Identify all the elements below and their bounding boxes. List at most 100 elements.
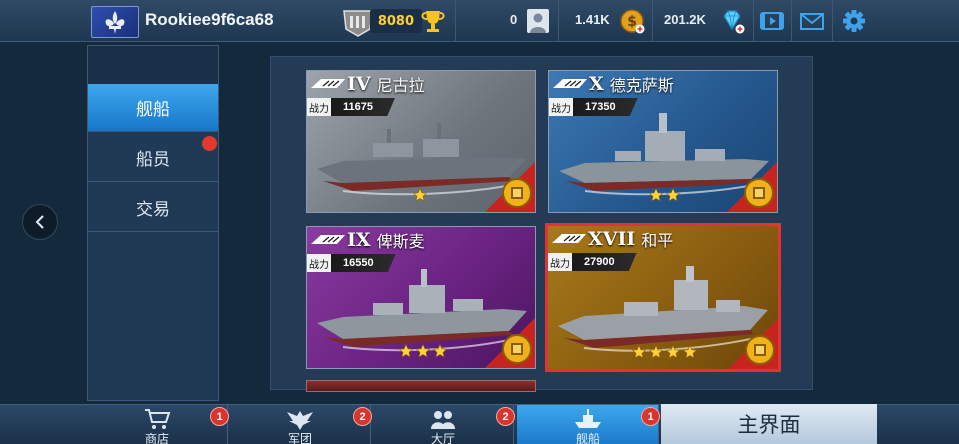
- top-bar: Rookiee9f6ca68 8080 0 1.41K $ 201.2K: [0, 0, 959, 42]
- ship-card[interactable]: IV 尼古拉 战力 11675: [306, 70, 536, 213]
- star-icon: [399, 344, 413, 358]
- chevron-left-icon: [35, 215, 44, 229]
- diamond-amount: 201.2K: [664, 12, 706, 27]
- back-button[interactable]: [22, 204, 58, 240]
- home-button[interactable]: 主界面: [661, 404, 877, 444]
- friends-count: 0: [510, 12, 518, 27]
- star-icon: [666, 345, 680, 359]
- divider: [791, 0, 792, 42]
- star-icon: [433, 344, 447, 358]
- alert-dot: [202, 136, 217, 151]
- video-icon[interactable]: [758, 8, 786, 34]
- cart-icon: [145, 409, 171, 429]
- ship-tier: X: [589, 73, 604, 95]
- battleship-class-icon: [311, 79, 345, 88]
- notification-badge: 1: [641, 407, 660, 426]
- notification-badge: 2: [496, 407, 515, 426]
- power-value: 16550: [331, 254, 396, 272]
- divider: [455, 0, 456, 42]
- people-icon: [431, 411, 455, 429]
- person-icon[interactable]: [527, 9, 549, 33]
- power-value: 11675: [331, 98, 395, 116]
- ship-card[interactable]: X 德克萨斯 战力 17350: [548, 70, 778, 213]
- ship-title: X 德克萨斯: [549, 73, 674, 95]
- ship-icon: [575, 409, 601, 428]
- ship-card-selected[interactable]: XVII 和平 战力 27900: [545, 223, 781, 372]
- star-rating: [632, 345, 697, 359]
- power-label: 战力: [548, 253, 572, 271]
- star-rating: [649, 188, 680, 202]
- nav-tab-shop[interactable]: 商店 1: [86, 405, 229, 444]
- player-name: Rookiee9f6ca68: [145, 10, 274, 29]
- ship-title: IV 尼古拉: [307, 73, 425, 95]
- ship-card-partial[interactable]: [306, 380, 536, 392]
- diamond-plus-icon[interactable]: [719, 8, 745, 34]
- ship-tier: XVII: [588, 228, 636, 250]
- notification-badge: 2: [353, 407, 372, 426]
- svg-text:$: $: [627, 14, 637, 30]
- star-icon: [666, 188, 680, 202]
- divider: [558, 0, 559, 42]
- star-rating: [399, 344, 447, 358]
- side-tab-ships[interactable]: 舰船: [88, 84, 218, 132]
- nav-tab-ships[interactable]: 舰船 1: [517, 405, 660, 444]
- ship-title: XVII 和平: [548, 228, 673, 250]
- mail-icon[interactable]: [798, 8, 826, 34]
- divider: [832, 0, 833, 42]
- nav-tab-label: 大厅: [430, 432, 455, 444]
- power-row: 战力 16550: [307, 254, 396, 272]
- divider: [753, 0, 754, 42]
- coin-amount: 1.41K: [575, 12, 610, 27]
- upgrade-medal-icon[interactable]: [485, 162, 535, 212]
- ship-tier: IV: [347, 73, 371, 95]
- side-tab-label: 舰船: [136, 100, 170, 120]
- nav-tab-lobby[interactable]: 大厅 2: [372, 405, 515, 444]
- star-rating: [413, 188, 427, 202]
- power-row: 战力 27900: [548, 253, 637, 271]
- player-avatar[interactable]: [91, 6, 139, 38]
- side-tab-trade[interactable]: 交易: [88, 184, 218, 232]
- power-value: 27900: [572, 253, 637, 271]
- power-row: 战力 17350: [549, 98, 638, 116]
- ship-title: IX 俾斯麦: [307, 229, 425, 251]
- coin-plus-icon[interactable]: $: [619, 8, 645, 34]
- divider: [652, 0, 653, 42]
- star-icon: [683, 345, 697, 359]
- ship-grid: IV 尼古拉 战力 11675 X 德克萨斯 战力 17350 IX 俾斯麦 战…: [270, 56, 813, 390]
- ship-name: 俾斯麦: [376, 232, 425, 251]
- eagle-icon: [287, 411, 313, 430]
- side-tab-label: 船员: [136, 150, 170, 170]
- power-row: 战力 11675: [307, 98, 395, 116]
- ship-tier: IX: [347, 229, 371, 251]
- star-icon: [649, 188, 663, 202]
- battleship-class-icon: [553, 79, 587, 88]
- nav-tab-label: 军团: [287, 432, 312, 444]
- nav-tab-legion[interactable]: 军团 2: [229, 405, 372, 444]
- power-label: 战力: [307, 98, 331, 116]
- star-icon: [416, 344, 430, 358]
- notification-badge: 1: [210, 407, 229, 426]
- rank-points: 8080: [370, 9, 422, 33]
- upgrade-medal-icon[interactable]: [485, 318, 535, 368]
- star-icon: [632, 345, 646, 359]
- battleship-class-icon: [552, 234, 586, 243]
- ship-name: 和平: [641, 231, 674, 250]
- ship-name: 尼古拉: [376, 76, 425, 95]
- gear-icon[interactable]: [840, 8, 868, 34]
- power-value: 17350: [573, 98, 638, 116]
- nav-tab-label: 舰船: [575, 432, 600, 444]
- power-label: 战力: [549, 98, 573, 116]
- trophy-icon[interactable]: [420, 8, 446, 34]
- star-icon: [413, 188, 427, 202]
- side-menu-header: [88, 46, 218, 84]
- power-label: 战力: [307, 254, 331, 272]
- home-button-label: 主界面: [737, 413, 801, 437]
- side-tab-label: 交易: [136, 200, 170, 220]
- upgrade-medal-icon[interactable]: [728, 319, 778, 369]
- side-tab-crew[interactable]: 船员: [88, 134, 218, 182]
- ship-card[interactable]: IX 俾斯麦 战力 16550: [306, 226, 536, 369]
- battleship-class-icon: [311, 235, 345, 244]
- star-icon: [649, 345, 663, 359]
- upgrade-medal-icon[interactable]: [727, 162, 777, 212]
- nav-tab-label: 商店: [144, 432, 169, 444]
